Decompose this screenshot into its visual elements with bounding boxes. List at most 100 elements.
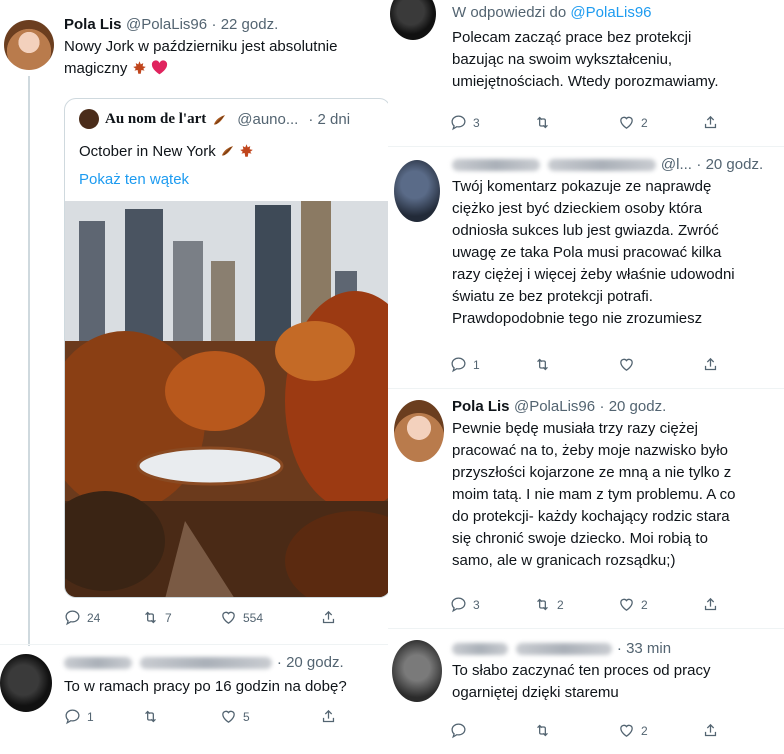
share-button[interactable] [320,708,337,725]
tweet-text: To słabo zaczynać ten proces od pracy og… [452,660,782,704]
blurred-author-handle [140,656,273,669]
author-name[interactable]: Pola Lis [452,398,510,415]
like-count: 2 [641,723,648,738]
commenter-avatar[interactable] [392,640,442,702]
share-button[interactable] [702,356,719,373]
tweet-actions: 24 7 554 [64,609,364,626]
retweet-icon [534,596,551,613]
tweet-reply[interactable]: · 20 godz. To w ramach pracy po 16 godzi… [64,654,389,698]
tweet-reply-4[interactable]: · 33 min To słabo zaczynać ten proces od… [452,640,782,704]
reply-to-handle[interactable]: @PolaLis96 [570,4,651,21]
tweet-pola-lis[interactable]: Pola Lis @PolaLis96 · 22 godz. Nowy Jork… [64,16,389,80]
retweet-icon [142,708,159,725]
reply-button[interactable]: 3 [450,596,534,613]
pola-lis-avatar[interactable] [4,20,54,70]
show-thread-link[interactable]: Pokaż ten wątek [79,169,189,191]
tweet-text: To w ramach pracy po 16 godzin na dobę? [64,678,347,695]
reply-button[interactable] [450,722,534,739]
tweet-reply-2[interactable]: @l... · 20 godz. Twój komentarz pokazuje… [452,156,784,330]
divider [388,628,784,629]
blurred-author-name [452,642,508,655]
author-handle[interactable]: @l... [661,156,692,173]
commenter-avatar[interactable] [394,160,440,222]
tweet-text-line: do protekcji- każdy kochający rodzic sta… [452,508,730,525]
quoted-tweet[interactable]: Au nom de l'art @auno... · 2 dni October… [64,98,391,598]
quote-author-handle[interactable]: @auno... [237,111,298,128]
commenter-avatar[interactable] [390,0,436,40]
pola-lis-avatar[interactable] [394,400,444,462]
reply-icon [450,596,467,613]
tweet-time[interactable]: · 33 min [617,640,671,657]
like-icon [220,708,237,725]
tweet-text: Polecam zacząć prace bez protekcji bazuj… [452,27,782,93]
reply-button[interactable]: 3 [450,114,534,131]
like-count: 5 [243,709,250,724]
divider [388,388,784,389]
like-button[interactable]: 2 [618,722,702,739]
tweet-text-line: samo, ale w granicach rozsądku;) [452,552,676,569]
share-button[interactable] [702,722,719,739]
blurred-author-handle [548,158,657,171]
like-button[interactable]: 5 [220,708,320,725]
tweet-text-line: magiczny [64,60,128,77]
tweet-reply-3[interactable]: Pola Lis @PolaLis96 · 20 godz. Pewnie bę… [452,398,784,572]
share-button[interactable] [320,609,337,626]
tweet-time[interactable]: · 22 godz. [212,16,279,33]
retweet-button[interactable]: 7 [142,609,220,626]
tweet-text-line: moim tatą. I nie mam z tym problemu. A c… [452,486,736,503]
blurred-author-name [64,656,132,669]
retweet-button[interactable]: 2 [534,596,618,613]
tweet-time[interactable]: · 20 godz. [277,654,344,671]
reply-icon [64,609,81,626]
like-button[interactable]: 2 [618,596,702,613]
retweet-icon [534,356,551,373]
share-icon [702,114,719,131]
reply-icon [450,114,467,131]
tweet-reply-1[interactable]: W odpowiedzi do @PolaLis96 Polecam zaczą… [452,4,782,93]
tweet-text-line: bazując na swoim wykształceniu, [452,51,673,68]
autumn-leaves-icon [212,112,227,127]
share-button[interactable] [702,596,719,613]
share-button[interactable] [702,114,719,131]
reply-icon [450,356,467,373]
tweet-text-line: światu ze bez protekcji potrafi. [452,288,653,305]
retweet-button[interactable] [534,114,618,131]
like-icon [618,114,635,131]
tweet-text-line: Twój komentarz pokazuje ze naprawdę [452,178,712,195]
tweet-text-line: uwagę ze taka Pola musi pracować kilka [452,244,722,261]
author-handle[interactable]: @PolaLis96 [514,398,595,415]
retweet-button[interactable] [142,708,220,725]
share-icon [702,596,719,613]
tweet-actions: 1 [450,356,770,373]
reply-avatar[interactable] [0,654,52,712]
tweet-time[interactable]: · 20 godz. [600,398,667,415]
reply-button[interactable]: 1 [450,356,534,373]
like-button[interactable]: 2 [618,114,702,131]
quote-time[interactable]: · 2 dni [308,111,350,128]
like-button[interactable] [618,356,702,373]
reply-count: 24 [87,610,101,625]
right-screenshot: W odpowiedzi do @PolaLis96 Polecam zaczą… [388,0,784,754]
reply-count: 1 [87,709,94,724]
tweet-text-line: pracować na to, żeby moje nazwisko było [452,442,728,459]
quote-author-avatar[interactable] [79,109,99,129]
retweet-button[interactable] [534,722,618,739]
divider [0,644,393,645]
like-icon [220,609,237,626]
tweet-text-line: umiejętnościach. Wtedy porozmawiamy. [452,73,719,90]
author-handle[interactable]: @PolaLis96 [126,16,207,33]
reply-button[interactable]: 1 [64,708,142,725]
like-button[interactable]: 554 [220,609,320,626]
central-park-photo[interactable] [65,201,390,597]
tweet-time[interactable]: · 20 godz. [696,156,763,173]
tweet-actions: 2 [450,722,770,739]
retweet-button[interactable] [534,356,618,373]
tweet-text-line: Polecam zacząć prace bez protekcji [452,29,692,46]
thread-line [28,76,30,646]
quote-author-name[interactable]: Au nom de l'art [105,111,206,128]
tweet-text-line: Pewnie będę musiała trzy razy ciężej [452,420,698,437]
reply-count: 1 [473,357,480,372]
author-name[interactable]: Pola Lis [64,16,122,33]
tweet-text-line: Nowy Jork w październiku jest absolutnie [64,38,338,55]
reply-button[interactable]: 24 [64,609,142,626]
